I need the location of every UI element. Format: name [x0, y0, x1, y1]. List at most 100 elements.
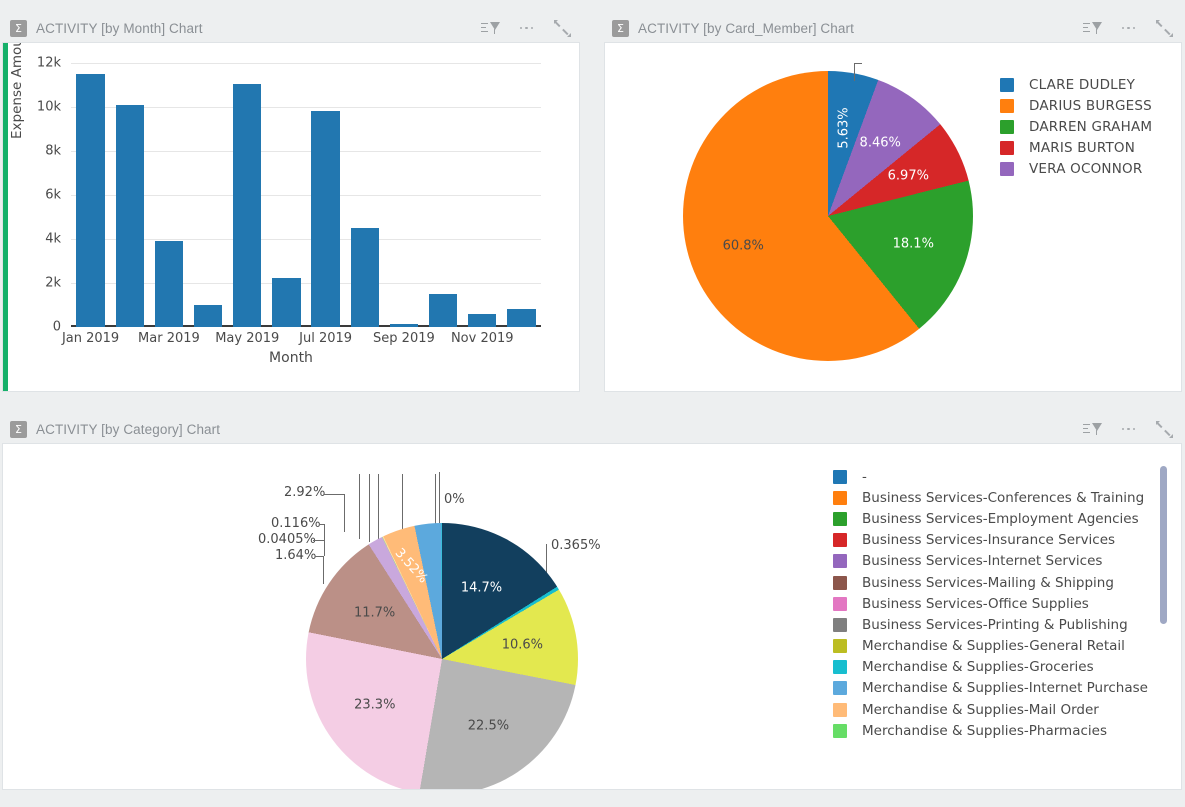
bar[interactable] [76, 74, 104, 327]
panel-title: ACTIVITY [by Card_Member] Chart [638, 21, 854, 36]
pie-chart-by-card-member[interactable]: 5.63%8.46%6.97%18.1%60.8% [683, 71, 973, 361]
legend-swatch [1000, 162, 1014, 176]
bar-chart-expense-by-month[interactable]: Expense Amount Month 02k4k6k8k10k12kJan … [3, 43, 579, 391]
legend-label: Business Services-Insurance Services [862, 532, 1115, 548]
legend-item[interactable]: CLARE DUDLEY [1000, 74, 1152, 95]
plot-area: 02k4k6k8k10k12kJan 2019Mar 2019May 2019J… [71, 63, 541, 327]
panel-activity-by-card-member: Σ ACTIVITY [by Card_Member] Chart 5.63%8… [604, 14, 1182, 392]
legend-label: Business Services-Employment Agencies [862, 511, 1139, 527]
x-axis-tick-label: Sep 2019 [373, 331, 435, 346]
panel-header: Σ ACTIVITY [by Month] Chart [2, 14, 580, 42]
legend-card-member[interactable]: CLARE DUDLEY DARIUS BURGESS DARREN GRAHAMM… [1000, 74, 1152, 179]
legend-label: Business Services-Internet Services [862, 553, 1102, 569]
bar[interactable] [116, 105, 144, 327]
legend-category-scroll-area[interactable]: - Business Services-Conferences & Trainin… [833, 466, 1163, 756]
legend-label: - [862, 469, 867, 485]
legend-swatch [833, 470, 847, 484]
bar[interactable] [194, 305, 222, 327]
legend-swatch [833, 491, 847, 505]
legend-item[interactable]: Business Services-Employment Agencies [833, 508, 1163, 529]
x-axis-tick-label: Jan 2019 [62, 331, 119, 346]
legend-category[interactable]: - Business Services-Conferences & Trainin… [833, 466, 1163, 741]
pie-outside-label: 2.92% [284, 485, 325, 500]
y-axis-label: Expense Amount [9, 42, 25, 139]
legend-item[interactable]: Merchandise & Supplies-Internet Purchase [833, 678, 1163, 699]
legend-label: VERA OCONNOR [1029, 161, 1142, 177]
pie-slices[interactable] [683, 71, 973, 361]
x-axis-tick-label: Mar 2019 [138, 331, 200, 346]
pie-slices[interactable] [306, 523, 578, 790]
legend-label: Business Services-Office Supplies [862, 596, 1089, 612]
pie-slice-label: 60.8% [723, 238, 764, 253]
y-axis-tick-label: 10k [37, 100, 61, 115]
expand-icon[interactable] [1155, 19, 1174, 38]
legend-label: Merchandise & Supplies-Groceries [862, 659, 1094, 675]
filter-sort-icon[interactable] [1083, 19, 1102, 38]
legend-item[interactable]: Business Services-Insurance Services [833, 530, 1163, 551]
legend-item[interactable]: Merchandise & Supplies-Groceries [833, 657, 1163, 678]
bar[interactable] [468, 314, 496, 327]
panel-body: 5.63%8.46%6.97%18.1%60.8% CLARE DUDLEYDA… [604, 42, 1182, 392]
pie-slice-label: 6.97% [888, 168, 929, 183]
pie-slice-label: 18.1% [893, 237, 934, 252]
y-axis-tick-label: 2k [45, 276, 61, 291]
pie-slice-label: 22.5% [468, 719, 509, 734]
legend-item[interactable]: Business Services-Office Supplies [833, 593, 1163, 614]
bar[interactable] [311, 111, 339, 327]
legend-swatch [1000, 78, 1014, 92]
bar[interactable] [155, 241, 183, 327]
leader-line [324, 494, 344, 495]
legend-item[interactable]: DARIUS BURGESS [1000, 95, 1152, 116]
pie-chart-by-category[interactable]: 14.7%10.6%22.5%23.3%11.7%3.52% [306, 523, 578, 790]
more-options-icon[interactable] [1119, 19, 1138, 38]
filter-sort-icon[interactable] [481, 19, 500, 38]
y-axis-tick-label: 12k [37, 56, 61, 71]
panel-header-tools [1083, 14, 1174, 42]
y-axis-tick-label: 6k [45, 188, 61, 203]
legend-scrollbar[interactable] [1160, 466, 1167, 756]
legend-scrollbar-thumb[interactable] [1160, 466, 1167, 624]
legend-item[interactable]: Business Services-Mailing & Shipping [833, 572, 1163, 593]
pie-slice-label: 14.7% [461, 580, 502, 595]
legend-label: Merchandise & Supplies-Internet Purchase [862, 680, 1148, 696]
expand-icon[interactable] [1155, 420, 1174, 439]
bar[interactable] [233, 84, 261, 327]
legend-label: Merchandise & Supplies-Pharmacies [862, 723, 1107, 739]
panel-title: ACTIVITY [by Category] Chart [36, 422, 220, 437]
pie-slice-label: 10.6% [502, 638, 543, 653]
legend-item[interactable]: VERA OCONNOR [1000, 158, 1152, 179]
bar[interactable] [351, 228, 379, 327]
legend-item[interactable]: Merchandise & Supplies-Mail Order [833, 699, 1163, 720]
legend-item[interactable]: DARREN GRAHAM [1000, 116, 1152, 137]
bar[interactable] [390, 324, 418, 327]
expand-icon[interactable] [553, 19, 572, 38]
panel-header: Σ ACTIVITY [by Category] Chart [2, 415, 1182, 443]
panel-body: Expense Amount Month 02k4k6k8k10k12kJan … [2, 42, 580, 392]
legend-swatch [833, 724, 847, 738]
x-axis-tick-label: Nov 2019 [451, 331, 514, 346]
leader-line [439, 472, 440, 523]
legend-item[interactable]: MARIS BURTON [1000, 137, 1152, 158]
filter-sort-icon[interactable] [1083, 420, 1102, 439]
dashboard: Σ ACTIVITY [by Month] Chart Expense Amou… [0, 0, 1185, 807]
bar[interactable] [507, 309, 535, 327]
legend-item[interactable]: Business Services-Conferences & Training [833, 487, 1163, 508]
pie-slice-label: 5.63% [836, 107, 851, 148]
bar[interactable] [272, 278, 300, 328]
legend-item[interactable]: Merchandise & Supplies-General Retail [833, 636, 1163, 657]
leader-line [435, 474, 436, 524]
x-axis-tick-label: May 2019 [215, 331, 279, 346]
panel-header: Σ ACTIVITY [by Card_Member] Chart [604, 14, 1182, 42]
legend-item[interactable]: - [833, 466, 1163, 487]
more-options-icon[interactable] [517, 19, 536, 38]
bar[interactable] [429, 294, 457, 327]
x-axis-tick-label: Jul 2019 [299, 331, 352, 346]
more-options-icon[interactable] [1119, 420, 1138, 439]
legend-label: DARIUS BURGESS [1029, 98, 1152, 114]
legend-item[interactable]: Merchandise & Supplies-Pharmacies [833, 720, 1163, 741]
legend-label: Business Services-Conferences & Training [862, 490, 1144, 506]
panel-activity-by-month: Σ ACTIVITY [by Month] Chart Expense Amou… [2, 14, 580, 392]
legend-item[interactable]: Business Services-Internet Services [833, 551, 1163, 572]
legend-item[interactable]: Business Services-Printing & Publishing [833, 614, 1163, 635]
legend-swatch [833, 554, 847, 568]
